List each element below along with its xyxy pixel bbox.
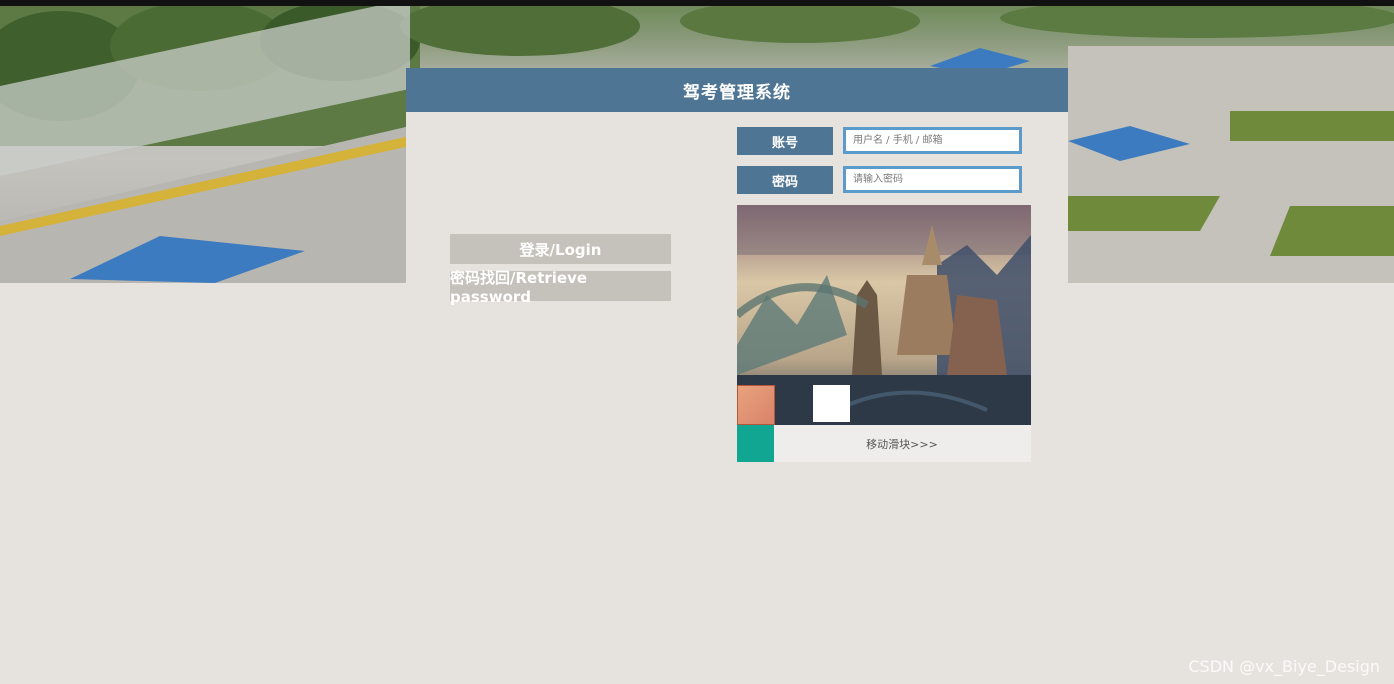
slider-handle[interactable] — [737, 425, 774, 462]
slider-hint: 移动滑块>>> — [866, 437, 938, 451]
captcha-image — [737, 205, 1031, 425]
account-input[interactable] — [843, 127, 1022, 154]
password-label: 密码 — [737, 166, 833, 194]
account-label: 账号 — [737, 127, 833, 155]
retrieve-password-button[interactable]: 密码找回/Retrieve password — [450, 269, 671, 306]
watermark: CSDN @vx_Biye_Design — [1188, 657, 1380, 676]
login-button[interactable]: 登录/Login — [450, 234, 671, 264]
slider-track: 移动滑块>>> — [737, 425, 1031, 462]
captcha-target-slot — [813, 385, 850, 422]
page-title: 驾考管理系统 — [406, 68, 1068, 112]
password-input[interactable] — [843, 166, 1022, 193]
captcha-puzzle-piece — [737, 385, 775, 425]
